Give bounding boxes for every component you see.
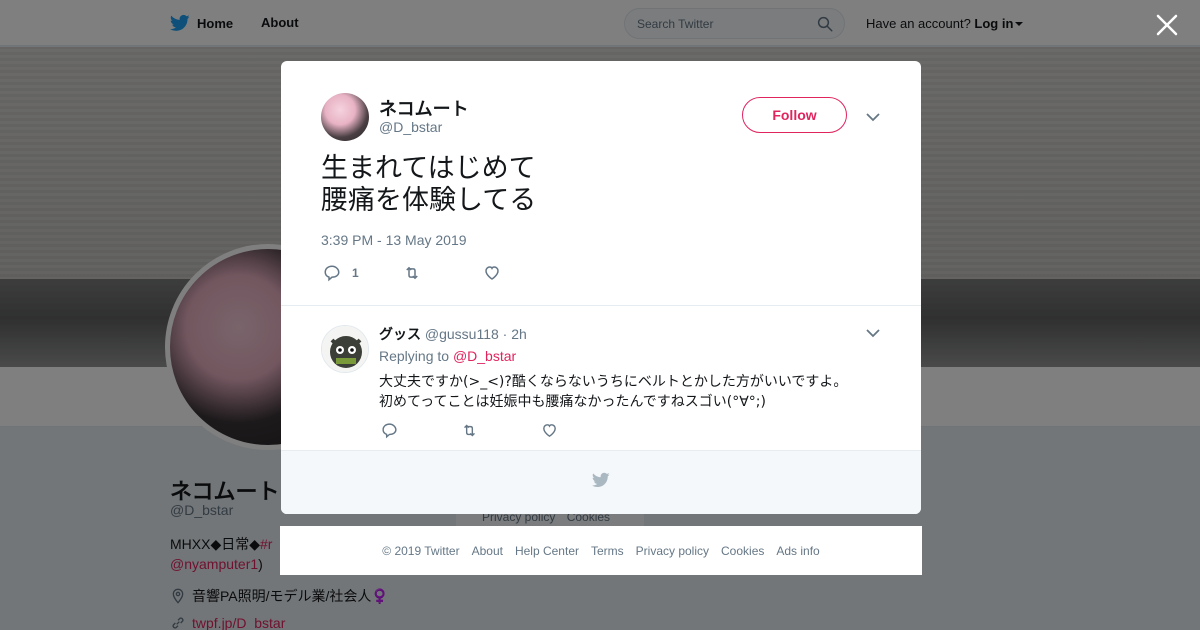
replying-prefix: Replying to bbox=[379, 348, 453, 364]
tweet-modal: ネコムート @D_bstar Follow 生まれてはじめて 腰痛を体験してる … bbox=[281, 61, 921, 514]
reply-icon[interactable] bbox=[323, 264, 341, 282]
reply-author-avatar[interactable] bbox=[321, 325, 369, 373]
chevron-down-icon[interactable] bbox=[866, 112, 880, 122]
author-name[interactable]: ネコムート bbox=[379, 95, 469, 121]
divider bbox=[281, 305, 921, 306]
footer-ads-link[interactable]: Ads info bbox=[776, 544, 819, 558]
like-icon[interactable] bbox=[483, 264, 501, 282]
reply-author-name[interactable]: グッス bbox=[379, 326, 421, 342]
footer-terms-link[interactable]: Terms bbox=[591, 544, 624, 558]
replying-mention[interactable]: @D_bstar bbox=[453, 348, 516, 364]
reply-separator: · bbox=[498, 326, 512, 342]
author-avatar[interactable] bbox=[321, 93, 369, 141]
like-icon[interactable] bbox=[541, 422, 558, 439]
replying-to: Replying to @D_bstar bbox=[379, 348, 516, 364]
reply-avatar-image bbox=[322, 326, 368, 372]
follow-button[interactable]: Follow bbox=[742, 97, 847, 133]
tweet-text: 生まれてはじめて 腰痛を体験してる bbox=[321, 153, 536, 217]
page-footer: © 2019 Twitter About Help Center Terms P… bbox=[280, 526, 922, 575]
tweet-text-line: 腰痛を体験してる bbox=[321, 185, 537, 216]
chevron-down-icon[interactable] bbox=[866, 328, 880, 338]
retweet-icon[interactable] bbox=[403, 264, 421, 282]
tweet-timestamp[interactable]: 3:39 PM - 13 May 2019 bbox=[321, 232, 467, 248]
tweet-text-line: 生まれてはじめて bbox=[321, 153, 536, 184]
reply-icon[interactable] bbox=[381, 422, 398, 439]
modal-footer bbox=[281, 450, 921, 514]
reply-text-line: 大丈夫ですか(>_<)?酷くならないうちにベルトとかした方がいいですよ。 bbox=[379, 374, 848, 390]
reply-author[interactable]: グッス @gussu118 · 2h bbox=[379, 324, 527, 344]
footer-copyright: © 2019 Twitter bbox=[382, 543, 460, 558]
retweet-icon[interactable] bbox=[461, 422, 478, 439]
reply-count: 1 bbox=[352, 266, 359, 280]
reply-author-handle[interactable]: @gussu118 bbox=[425, 326, 499, 342]
close-icon[interactable] bbox=[1154, 12, 1180, 38]
footer-privacy-link[interactable]: Privacy policy bbox=[636, 544, 709, 558]
footer-cookies-link[interactable]: Cookies bbox=[721, 544, 764, 558]
reply-text-line: 初めてってことは妊娠中も腰痛なかったんですねスゴい(°∀°;) bbox=[379, 394, 766, 410]
footer-help-link[interactable]: Help Center bbox=[515, 544, 579, 558]
reply-text: 大丈夫ですか(>_<)?酷くならないうちにベルトとかした方がいいですよ。 初めて… bbox=[379, 372, 847, 412]
footer-about-link[interactable]: About bbox=[472, 544, 503, 558]
author-handle[interactable]: @D_bstar bbox=[379, 119, 442, 135]
reply-age[interactable]: 2h bbox=[511, 326, 527, 342]
twitter-bird-icon bbox=[591, 472, 610, 488]
